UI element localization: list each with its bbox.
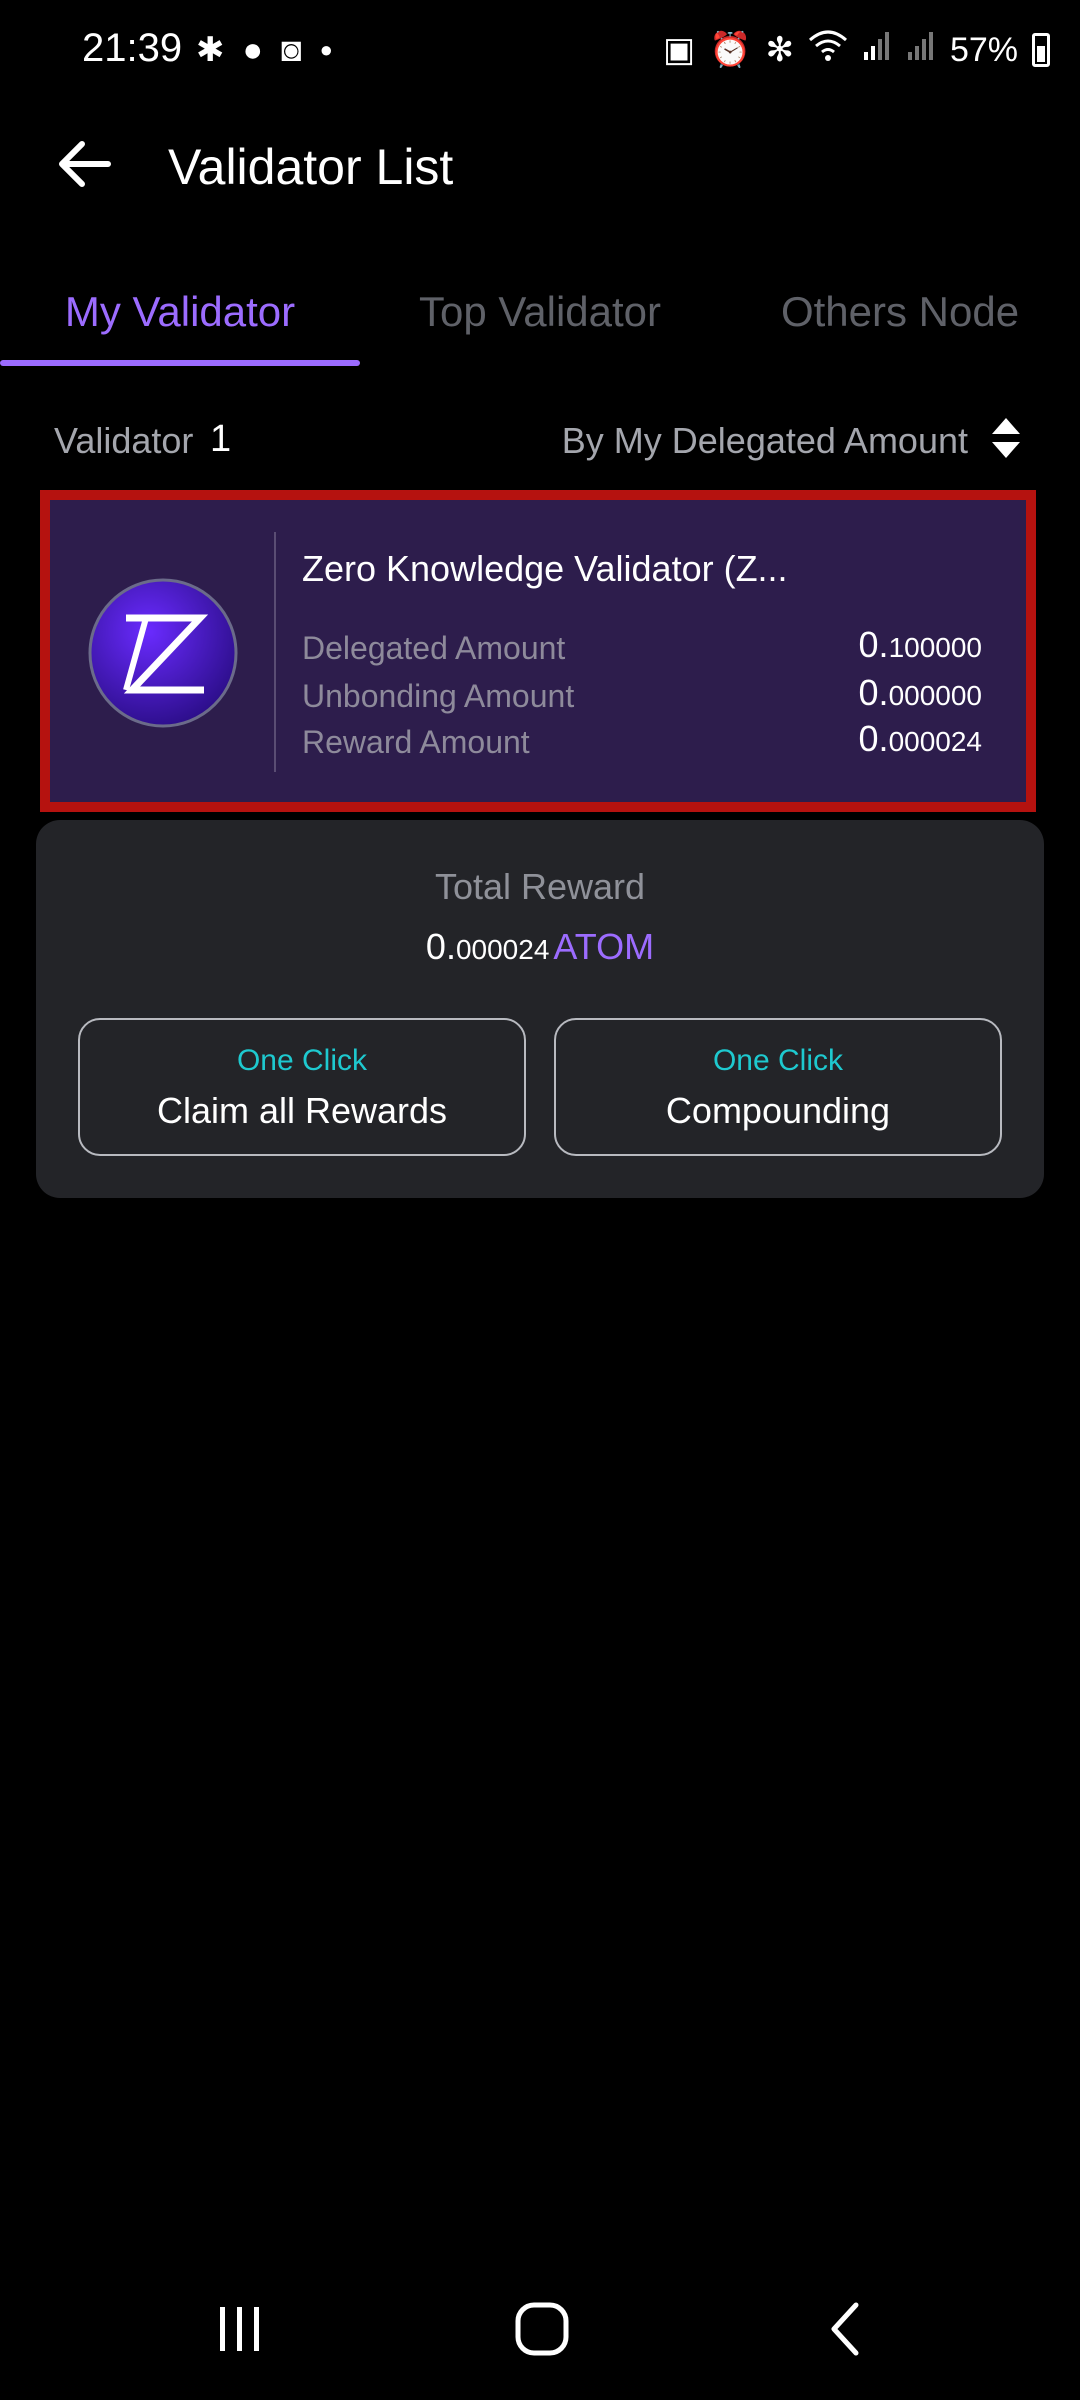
delegated-amount-label: Delegated Amount: [302, 630, 566, 666]
tab-others-node[interactable]: Others Node: [720, 262, 1080, 362]
validator-card[interactable]: Zero Knowledge Validator (Z... Delegated…: [40, 490, 1036, 812]
sort-icon[interactable]: [988, 414, 1024, 462]
reward-amount-value: 0.000024: [859, 718, 982, 760]
back-button[interactable]: [48, 128, 120, 200]
system-back-button[interactable]: [784, 2274, 904, 2384]
total-reward-value: 0.000024 ATOM: [36, 926, 1044, 968]
app-bar: Validator List: [0, 110, 1080, 220]
delegated-amount-dec: 100000: [888, 632, 982, 663]
total-reward-int: 0.: [425, 926, 456, 967]
delegated-amount-row: Delegated Amount 0.100000: [302, 624, 1002, 670]
card-divider: [274, 532, 276, 772]
recents-icon: [220, 2307, 259, 2351]
notification-icons: ✱ ● ◙ ●: [196, 30, 333, 70]
battery-percentage: 57%: [949, 30, 1018, 69]
dot-icon: ●: [319, 37, 333, 62]
battery-saver-icon: ▣: [662, 30, 696, 69]
bluetooth-icon: ✻: [765, 30, 794, 69]
tab-indicator: [0, 360, 360, 366]
unbonding-amount-row: Unbonding Amount 0.000000: [302, 672, 1002, 718]
reward-amount-int: 0.: [858, 718, 889, 759]
total-reward-denom: ATOM: [553, 926, 655, 967]
sort-label[interactable]: By My Delegated Amount: [562, 420, 968, 462]
signal-icon-2: [906, 28, 936, 71]
chat-icon: ●: [242, 31, 264, 69]
home-icon: [515, 2302, 569, 2356]
reward-amount-label: Reward Amount: [302, 724, 530, 760]
validator-logo: [88, 578, 238, 728]
validator-count: 1: [210, 418, 232, 460]
signal-icon: [862, 28, 892, 71]
page-title: Validator List: [168, 139, 454, 195]
unbonding-amount-label: Unbonding Amount: [302, 678, 575, 714]
claim-button-caption: One Click: [236, 1044, 368, 1077]
battery-icon: [1032, 32, 1050, 67]
tab-top-validator[interactable]: Top Validator: [360, 262, 720, 362]
claim-all-rewards-button[interactable]: One Click Claim all Rewards: [78, 1018, 526, 1156]
claim-button-label: Claim all Rewards: [156, 1090, 448, 1131]
arrow-left-icon: [59, 141, 111, 187]
compounding-button[interactable]: One Click Compounding: [554, 1018, 1002, 1156]
delegated-amount-value: 0.100000: [859, 624, 982, 666]
navigation-bar: [0, 2250, 1080, 2400]
tab-bar: My Validator Top Validator Others Node: [0, 262, 1080, 368]
unbonding-amount-int: 0.: [858, 672, 889, 713]
recents-button[interactable]: [180, 2274, 300, 2384]
total-reward-label: Total Reward: [434, 866, 646, 907]
camera-app-icon: ◙: [281, 31, 302, 69]
validator-name: Zero Knowledge Validator (Z...: [302, 548, 788, 589]
system-icons: ▣ ⏰ ✻ 57%: [663, 28, 1050, 71]
alarm-icon: ⏰: [709, 30, 752, 69]
summary-row: Validator 1 By My Delegated Amount: [54, 414, 1026, 470]
total-reward-dec: 000024: [455, 934, 550, 965]
reward-panel: Total Reward 0.000024 ATOM One Click Clai…: [36, 820, 1044, 1198]
wifi-icon: [808, 28, 848, 71]
compound-button-label: Compounding: [665, 1090, 891, 1131]
home-button[interactable]: [482, 2274, 602, 2384]
compound-button-caption: One Click: [712, 1044, 844, 1077]
reward-amount-dec: 000024: [888, 726, 982, 757]
reward-amount-row: Reward Amount 0.000024: [302, 718, 1002, 764]
screen: 21:39 ✱ ● ◙ ● ▣ ⏰ ✻ 57% Validator List M…: [0, 0, 1080, 2400]
delegated-amount-int: 0.: [858, 624, 889, 665]
slack-icon: ✱: [196, 31, 225, 69]
tab-my-validator[interactable]: My Validator: [0, 262, 360, 362]
chevron-left-icon: [831, 2302, 859, 2356]
unbonding-amount-dec: 000000: [888, 680, 982, 711]
validator-count-label: Validator: [54, 420, 194, 461]
status-bar: 21:39 ✱ ● ◙ ● ▣ ⏰ ✻ 57%: [0, 0, 1080, 100]
unbonding-amount-value: 0.000000: [859, 672, 982, 714]
status-time: 21:39: [82, 26, 183, 70]
